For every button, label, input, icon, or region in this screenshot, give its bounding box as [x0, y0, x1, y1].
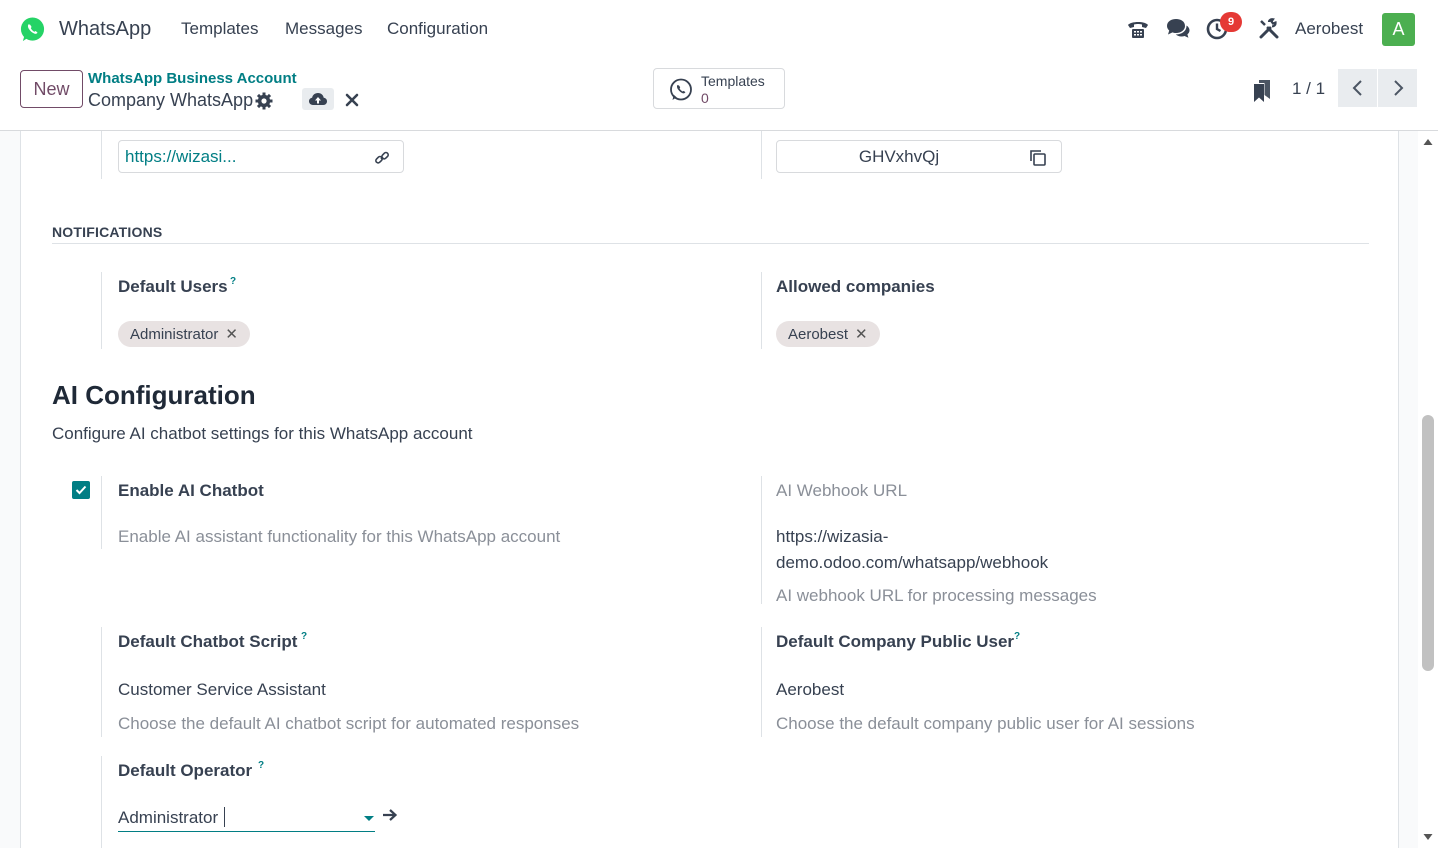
field-divider	[761, 272, 762, 349]
pager-next-button[interactable]	[1378, 69, 1417, 107]
public-user-label: Default Company Public User	[776, 632, 1015, 651]
ai-webhook-line-2: demo.odoo.com/whatsapp/webhook	[776, 553, 1049, 572]
public-user-help: Choose the default company public user f…	[776, 714, 1195, 733]
cloud-upload-icon	[309, 93, 327, 105]
vertical-scrollbar[interactable]	[1418, 131, 1438, 848]
activity-badge: 9	[1220, 12, 1242, 32]
ai-webhook-line-1: https://wizasia-	[776, 527, 889, 546]
company-tag: Aerobest ✕	[776, 321, 880, 347]
bookmark-icon[interactable]	[1252, 79, 1272, 103]
default-users-label: Default Users	[118, 277, 228, 296]
whatsapp-logo-icon[interactable]	[19, 16, 46, 43]
form-sheet: https://wizasi... GHVxhvQj NOTIFICATIONS…	[20, 131, 1399, 848]
help-tooltip-icon[interactable]: ?	[1014, 631, 1020, 642]
section-divider	[52, 243, 1369, 244]
app-name[interactable]: WhatsApp	[59, 18, 151, 41]
chevron-right-icon	[1393, 80, 1403, 96]
callback-url-value[interactable]: https://wizasi...	[125, 147, 236, 167]
copy-icon[interactable]	[1029, 149, 1047, 167]
whatsapp-outline-icon	[670, 78, 692, 101]
default-operator-label: Default Operator	[118, 761, 253, 780]
scroll-down-arrow-icon[interactable]	[1423, 833, 1433, 841]
breadcrumb-current: Company WhatsApp	[88, 90, 254, 110]
user-tag-label: Administrator	[130, 325, 219, 343]
default-operator-input[interactable]: Administrator	[118, 808, 218, 828]
field-divider	[101, 272, 102, 349]
chevron-left-icon	[1352, 80, 1362, 96]
check-icon	[75, 485, 87, 495]
user-tag: Administrator ✕	[118, 321, 250, 347]
company-tag-label: Aerobest	[788, 325, 849, 343]
pager-value[interactable]: 1 / 1	[1292, 79, 1325, 99]
ai-section-title: AI Configuration	[52, 380, 256, 410]
callback-url-field[interactable]: https://wizasi...	[118, 140, 404, 173]
gear-icon[interactable]	[254, 91, 274, 111]
allowed-companies-label: Allowed companies	[776, 277, 935, 296]
ai-section-subtitle: Configure AI chatbot settings for this W…	[52, 424, 473, 443]
user-avatar[interactable]: A	[1382, 13, 1415, 46]
menu-templates[interactable]: Templates	[181, 19, 258, 39]
company-switcher[interactable]: Aerobest	[1295, 19, 1363, 39]
enable-ai-checkbox[interactable]	[72, 481, 90, 499]
ai-webhook-label: AI Webhook URL	[776, 481, 908, 500]
help-tooltip-icon[interactable]: ?	[230, 276, 236, 287]
enable-ai-label: Enable AI Chatbot	[118, 481, 264, 500]
internal-link-arrow-icon[interactable]	[381, 807, 399, 823]
chat-icon[interactable]	[1165, 16, 1191, 42]
breadcrumb-parent[interactable]: WhatsApp Business Account	[88, 70, 297, 87]
new-button[interactable]: New	[20, 70, 83, 108]
public-user-value[interactable]: Aerobest	[776, 680, 844, 700]
pager-previous-button[interactable]	[1338, 69, 1377, 107]
field-divider	[761, 627, 762, 737]
tag-remove-icon[interactable]: ✕	[855, 325, 868, 343]
chatbot-script-label: Default Chatbot Script	[118, 632, 298, 651]
webhook-token-value: GHVxhvQj	[858, 147, 940, 166]
section-title-notifications: NOTIFICATIONS	[52, 224, 163, 240]
field-divider	[101, 756, 102, 848]
top-navbar: WhatsApp Templates Messages Configuratio…	[0, 0, 1438, 60]
tools-icon[interactable]	[1256, 16, 1282, 42]
operator-input-underline	[118, 831, 375, 832]
field-divider	[101, 131, 102, 179]
dropdown-caret-icon[interactable]	[364, 816, 374, 821]
scroll-up-arrow-icon[interactable]	[1423, 138, 1433, 146]
text-cursor	[224, 807, 225, 827]
smart-button-label: Templates	[701, 73, 765, 89]
templates-smart-button[interactable]: Templates 0	[653, 68, 785, 109]
field-divider	[101, 627, 102, 737]
ai-webhook-help: AI webhook URL for processing messages	[776, 586, 1097, 605]
help-tooltip-icon[interactable]: ?	[301, 631, 307, 642]
save-cloud-button[interactable]	[302, 88, 334, 110]
enable-ai-help: Enable AI assistant functionality for th…	[118, 527, 561, 546]
menu-messages[interactable]: Messages	[285, 19, 362, 39]
discard-close-icon[interactable]	[343, 91, 361, 109]
field-divider	[761, 131, 762, 179]
field-divider	[761, 476, 762, 604]
webhook-token-field[interactable]: GHVxhvQj	[776, 140, 1062, 173]
scrollbar-thumb[interactable]	[1422, 415, 1434, 671]
help-tooltip-icon[interactable]: ?	[258, 760, 264, 771]
chatbot-script-value[interactable]: Customer Service Assistant	[118, 680, 326, 700]
control-panel: New WhatsApp Business Account Company Wh…	[0, 60, 1438, 131]
tag-remove-icon[interactable]: ✕	[225, 325, 238, 343]
phone-icon[interactable]	[1125, 16, 1151, 42]
menu-configuration[interactable]: Configuration	[387, 19, 488, 39]
link-icon[interactable]	[374, 150, 390, 166]
field-divider	[101, 476, 102, 549]
smart-button-count: 0	[701, 90, 709, 106]
chatbot-script-help: Choose the default AI chatbot script for…	[118, 714, 580, 733]
